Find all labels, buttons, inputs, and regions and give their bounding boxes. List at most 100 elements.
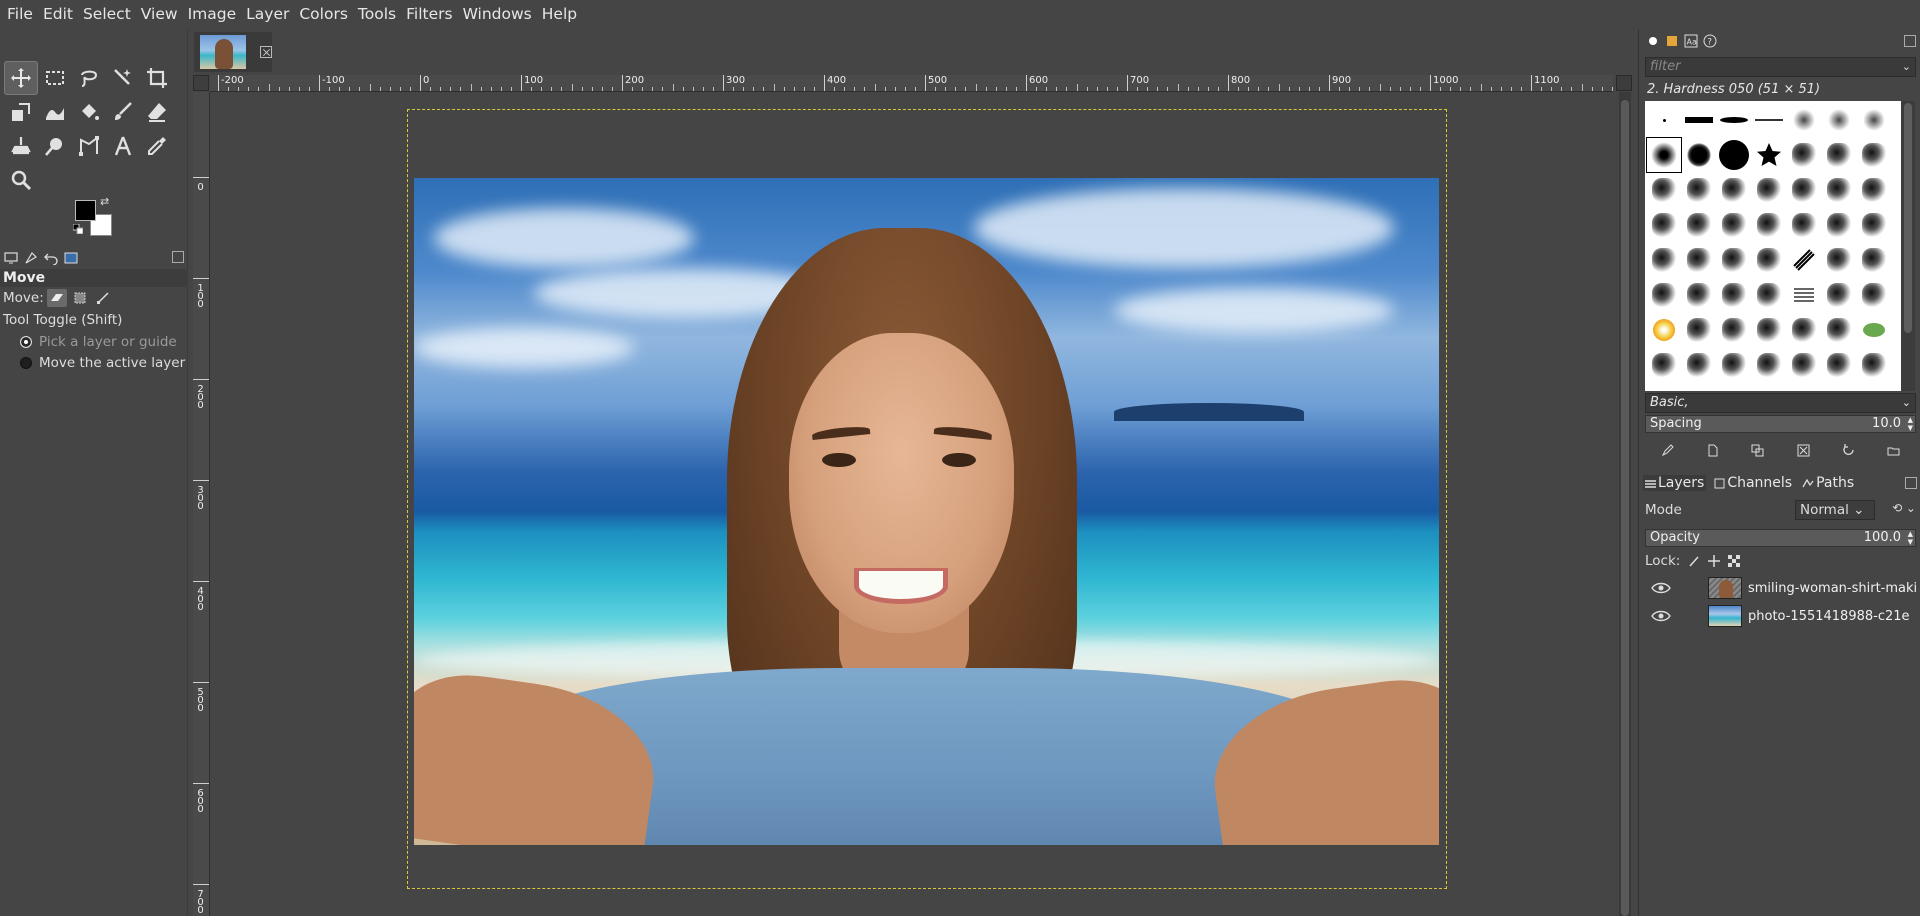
radio-move-active[interactable]: Move the active layer <box>0 352 188 373</box>
move-path-button[interactable] <box>93 289 113 307</box>
quick-mask-toggle[interactable] <box>193 75 209 91</box>
brush-tip[interactable] <box>1857 313 1891 347</box>
opacity-spinner[interactable]: Opacity 100.0 ▲ ▼ <box>1645 529 1916 547</box>
brush-tip[interactable] <box>1682 138 1716 172</box>
warp-transform-icon[interactable] <box>38 95 72 129</box>
brush-tip[interactable] <box>1682 103 1716 137</box>
brushes-configure-icon[interactable] <box>1904 35 1916 47</box>
lock-alpha-icon[interactable] <box>1728 555 1741 567</box>
spacing-spinner[interactable]: Spacing 10.0 ▲ ▼ <box>1645 415 1916 433</box>
brush-tip[interactable] <box>1647 173 1681 207</box>
brush-tip[interactable] <box>1682 208 1716 242</box>
refresh-brushes-icon[interactable] <box>1840 442 1856 458</box>
brush-tip[interactable] <box>1787 208 1821 242</box>
brush-tip[interactable] <box>1822 348 1856 382</box>
menu-select[interactable]: Select <box>78 0 136 29</box>
brush-tip[interactable] <box>1857 278 1891 312</box>
brush-tip[interactable] <box>1857 173 1891 207</box>
brush-scroll-thumb[interactable] <box>1904 103 1912 333</box>
smudge-icon[interactable] <box>38 129 72 163</box>
brush-tip[interactable] <box>1647 208 1681 242</box>
brush-tip[interactable] <box>1822 208 1856 242</box>
brush-tip[interactable] <box>1717 348 1751 382</box>
move-selection-button[interactable] <box>70 289 90 307</box>
spin-arrows-icon[interactable]: ▲ ▼ <box>1908 416 1913 432</box>
delete-brush-icon[interactable] <box>1795 442 1811 458</box>
tab-layers[interactable]: Layers <box>1643 475 1707 491</box>
mode-select[interactable]: Normal ⌄ <box>1795 500 1875 520</box>
menu-view[interactable]: View <box>136 0 183 29</box>
layer-row[interactable]: photo-1551418988-c21e <box>1645 604 1920 628</box>
menu-file[interactable]: File <box>2 0 38 29</box>
menu-image[interactable]: Image <box>183 0 242 29</box>
fonts-tab-icon[interactable]: Aa <box>1683 33 1698 48</box>
layer-row[interactable]: smiling-woman-shirt-maki <box>1645 576 1920 600</box>
open-brush-as-image-icon[interactable] <box>1885 442 1901 458</box>
chevron-down-icon[interactable]: ⌄ <box>1902 58 1911 76</box>
brush-filter-input[interactable]: filter ⌄ <box>1645 57 1916 77</box>
menu-layer[interactable]: Layer <box>241 0 294 29</box>
brush-tip[interactable] <box>1857 208 1891 242</box>
brush-tip[interactable] <box>1787 173 1821 207</box>
brush-tip[interactable] <box>1717 138 1751 172</box>
tab-channels[interactable]: Channels <box>1712 475 1794 491</box>
configure-tab-icon[interactable] <box>172 251 184 263</box>
vertical-scrollbar[interactable] <box>1619 92 1631 916</box>
brushes-tab-icon[interactable] <box>1645 33 1660 48</box>
brush-tip[interactable] <box>1822 243 1856 277</box>
menu-edit[interactable]: Edit <box>38 0 78 29</box>
brush-tip[interactable] <box>1822 138 1856 172</box>
undo-history-tab-icon[interactable] <box>43 250 59 266</box>
brush-tip[interactable] <box>1822 278 1856 312</box>
images-tab-icon[interactable] <box>63 250 79 266</box>
brush-tip[interactable] <box>1647 278 1681 312</box>
menu-tools[interactable]: Tools <box>353 0 401 29</box>
spin-arrows-icon[interactable]: ▲ ▼ <box>1908 530 1913 546</box>
help-tab-icon[interactable]: ? <box>1702 33 1717 48</box>
brush-tip[interactable] <box>1752 138 1786 172</box>
edit-brush-icon[interactable] <box>1660 442 1676 458</box>
brush-tip[interactable] <box>1857 348 1891 382</box>
eraser-icon[interactable] <box>140 95 174 129</box>
brush-tip[interactable] <box>1717 173 1751 207</box>
brush-tip[interactable] <box>1822 173 1856 207</box>
tool-options-tab-icon[interactable] <box>3 250 19 266</box>
patterns-tab-icon[interactable] <box>1664 33 1679 48</box>
brush-tip[interactable] <box>1647 313 1681 347</box>
brush-tip[interactable] <box>1822 103 1856 137</box>
brush-tip[interactable] <box>1717 278 1751 312</box>
new-brush-icon[interactable] <box>1705 442 1721 458</box>
brush-tip[interactable] <box>1752 103 1786 137</box>
scrollbar-thumb[interactable] <box>1621 100 1629 916</box>
brush-tip[interactable] <box>1752 348 1786 382</box>
menu-help[interactable]: Help <box>537 0 582 29</box>
brush-tip[interactable] <box>1682 243 1716 277</box>
brush-tip[interactable] <box>1857 243 1891 277</box>
brush-tip[interactable] <box>1647 243 1681 277</box>
brush-tip[interactable] <box>1787 278 1821 312</box>
zoom-icon[interactable] <box>4 163 38 197</box>
tab-paths[interactable]: Paths <box>1800 475 1856 491</box>
eye-visibility-icon[interactable] <box>1651 581 1671 595</box>
image-tab[interactable] <box>194 32 272 72</box>
clone-icon[interactable] <box>4 129 38 163</box>
close-tab-icon[interactable] <box>260 46 272 58</box>
foreground-color-swatch[interactable] <box>75 200 96 221</box>
brush-tip[interactable] <box>1647 103 1681 137</box>
brush-tip[interactable] <box>1682 278 1716 312</box>
brush-tip[interactable] <box>1787 348 1821 382</box>
brush-scrollbar[interactable] <box>1901 101 1915 391</box>
brush-tip[interactable] <box>1787 103 1821 137</box>
swap-colors-icon[interactable]: ⇄ <box>100 195 109 208</box>
lock-pixels-icon[interactable] <box>1688 555 1700 567</box>
brush-tip[interactable] <box>1647 348 1681 382</box>
free-select-icon[interactable] <box>72 61 106 95</box>
brush-tip[interactable] <box>1682 313 1716 347</box>
brush-tip[interactable] <box>1752 278 1786 312</box>
menu-filters[interactable]: Filters <box>401 0 457 29</box>
brush-tip[interactable] <box>1787 313 1821 347</box>
brush-tip[interactable] <box>1752 173 1786 207</box>
composite-mode-icon[interactable]: ⟲ ⌄ <box>1892 501 1916 515</box>
brush-tip[interactable] <box>1717 103 1751 137</box>
brush-tip[interactable] <box>1787 243 1821 277</box>
